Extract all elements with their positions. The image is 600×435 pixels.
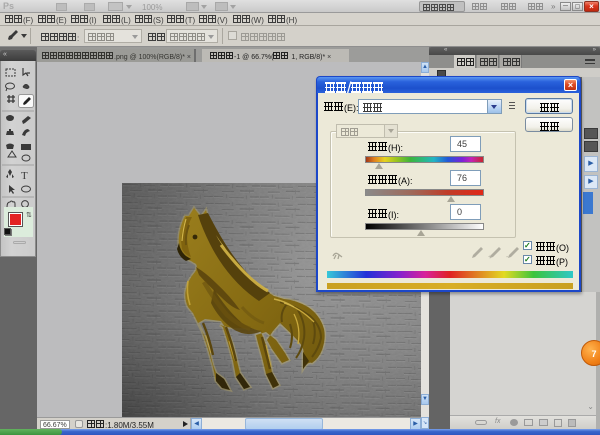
- svg-text:T: T: [21, 170, 28, 182]
- svg-text:+: +: [488, 254, 492, 259]
